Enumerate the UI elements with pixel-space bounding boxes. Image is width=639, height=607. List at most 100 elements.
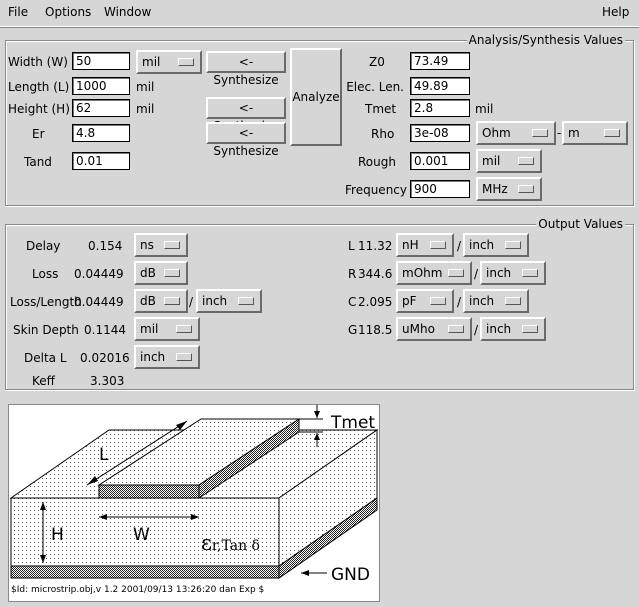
- c-per-select[interactable]: inch: [463, 289, 529, 313]
- output-panel-title: Output Values: [536, 217, 625, 231]
- rough-unit-select[interactable]: mil: [476, 149, 542, 173]
- loss-length-label: Loss/Length: [10, 295, 82, 309]
- synthesize-er-button[interactable]: <-Synthesize: [206, 122, 286, 158]
- rough-label: Rough: [358, 155, 396, 169]
- option-indicator-icon: [604, 129, 620, 137]
- er-input[interactable]: [72, 124, 130, 142]
- frequency-input[interactable]: [410, 180, 470, 198]
- loss-length-unit-select[interactable]: dB: [134, 289, 188, 313]
- c-unit-value: pF: [402, 294, 417, 308]
- elec-len-input[interactable]: [410, 77, 470, 95]
- er-label: Er: [32, 127, 45, 141]
- epsilon-subscript: r,Tan δ: [211, 538, 260, 554]
- menu-bar: File Options Window Help: [0, 0, 639, 27]
- rough-input[interactable]: [410, 152, 470, 170]
- width-unit-select[interactable]: mil: [136, 50, 202, 74]
- delta-l-label: Delta L: [24, 351, 67, 365]
- menu-window[interactable]: Window: [104, 5, 151, 19]
- r-unit-select[interactable]: mOhm: [396, 261, 472, 285]
- loss-length-per-value: inch: [202, 294, 228, 308]
- loss-length-unit-value: dB: [140, 294, 156, 308]
- rho-unit2-select[interactable]: m: [562, 121, 628, 145]
- synthesize-height-button[interactable]: <-Synthesize: [206, 97, 286, 133]
- delay-unit-select[interactable]: ns: [134, 233, 188, 257]
- g-unit-value: uMho: [402, 322, 435, 336]
- width-unit-value: mil: [142, 55, 161, 69]
- g-per-select[interactable]: inch: [480, 317, 546, 341]
- length-label: Length (L): [8, 80, 70, 94]
- skin-depth-unit-select[interactable]: mil: [134, 317, 200, 341]
- option-indicator-icon: [532, 129, 548, 137]
- tmet-unit: mil: [475, 102, 494, 116]
- r-unit-value: mOhm: [402, 266, 443, 280]
- rough-unit-value: mil: [482, 154, 501, 168]
- option-indicator-icon: [518, 157, 534, 165]
- r-label: R: [348, 267, 357, 281]
- analyze-button[interactable]: Analyze: [290, 48, 342, 146]
- skin-depth-value: 0.1144: [84, 323, 126, 337]
- option-indicator-icon: [238, 297, 254, 305]
- height-label: Height (H): [8, 102, 70, 116]
- delay-value: 0.154: [88, 239, 123, 253]
- rho-input[interactable]: [410, 124, 470, 142]
- l-label: L: [348, 239, 355, 253]
- rho-unit1-select[interactable]: Ohm: [476, 121, 556, 145]
- loss-label: Loss: [32, 267, 59, 281]
- loss-unit-value: dB: [140, 266, 156, 280]
- synthesize-width-button[interactable]: <-Synthesize: [206, 51, 286, 87]
- epsilon-symbol: ε: [201, 531, 212, 555]
- option-indicator-icon: [176, 325, 192, 333]
- skin-depth-label: Skin Depth: [13, 323, 79, 337]
- l-value: 11.32: [358, 239, 393, 253]
- menu-file[interactable]: File: [8, 5, 28, 19]
- l-unit-select[interactable]: nH: [396, 233, 454, 257]
- menu-help[interactable]: Help: [602, 5, 629, 19]
- z0-input[interactable]: [410, 52, 470, 70]
- l-per-value: inch: [469, 238, 495, 252]
- loss-length-per-select[interactable]: inch: [196, 289, 262, 313]
- tand-label: Tand: [24, 155, 52, 169]
- r-per-select[interactable]: inch: [480, 261, 546, 285]
- menu-options[interactable]: Options: [45, 5, 91, 19]
- rho-unit-separator: -: [557, 126, 562, 140]
- l-per-select[interactable]: inch: [463, 233, 529, 257]
- delta-l-value: 0.02016: [80, 351, 130, 365]
- width-input[interactable]: [72, 52, 130, 70]
- option-indicator-icon: [448, 325, 464, 333]
- g-value: 118.5: [358, 323, 393, 337]
- tmet-figure-label: Tmet: [331, 413, 376, 433]
- length-input[interactable]: [72, 77, 130, 95]
- height-input[interactable]: [72, 99, 130, 117]
- c-unit-select[interactable]: pF: [396, 289, 454, 313]
- microstrip-diagram: [9, 405, 379, 579]
- g-per-value: inch: [486, 322, 512, 336]
- option-indicator-icon: [164, 269, 180, 277]
- option-indicator-icon: [176, 353, 192, 361]
- delta-l-unit-value: inch: [140, 350, 166, 364]
- r-separator: /: [474, 267, 479, 281]
- tmet-input[interactable]: [410, 99, 470, 117]
- keff-value: 3.303: [90, 374, 125, 388]
- loss-length-separator: /: [189, 295, 194, 309]
- r-value: 344.6: [358, 267, 393, 281]
- frequency-unit-select[interactable]: MHz: [476, 177, 542, 201]
- frequency-label: Frequency: [345, 183, 407, 197]
- delay-unit-value: ns: [140, 238, 154, 252]
- loss-value: 0.04449: [74, 267, 124, 281]
- rho-label: Rho: [371, 127, 395, 141]
- r-per-value: inch: [486, 266, 512, 280]
- keff-label: Keff: [32, 374, 55, 388]
- option-indicator-icon: [518, 185, 534, 193]
- length-unit: mil: [136, 80, 155, 94]
- g-unit-select[interactable]: uMho: [396, 317, 472, 341]
- z0-label: Z0: [369, 55, 385, 69]
- delta-l-unit-select[interactable]: inch: [134, 345, 200, 369]
- tmet-label: Tmet: [365, 102, 397, 116]
- tand-input[interactable]: [72, 152, 130, 170]
- loss-length-value: 0.04449: [74, 295, 124, 309]
- option-indicator-icon: [178, 58, 194, 66]
- rho-unit2-value: m: [568, 126, 580, 140]
- loss-unit-select[interactable]: dB: [134, 261, 188, 285]
- microstrip-figure: Tmet L H W εr,Tan δ GND $Id: microstrip.…: [8, 404, 380, 602]
- skin-depth-unit-value: mil: [140, 322, 159, 336]
